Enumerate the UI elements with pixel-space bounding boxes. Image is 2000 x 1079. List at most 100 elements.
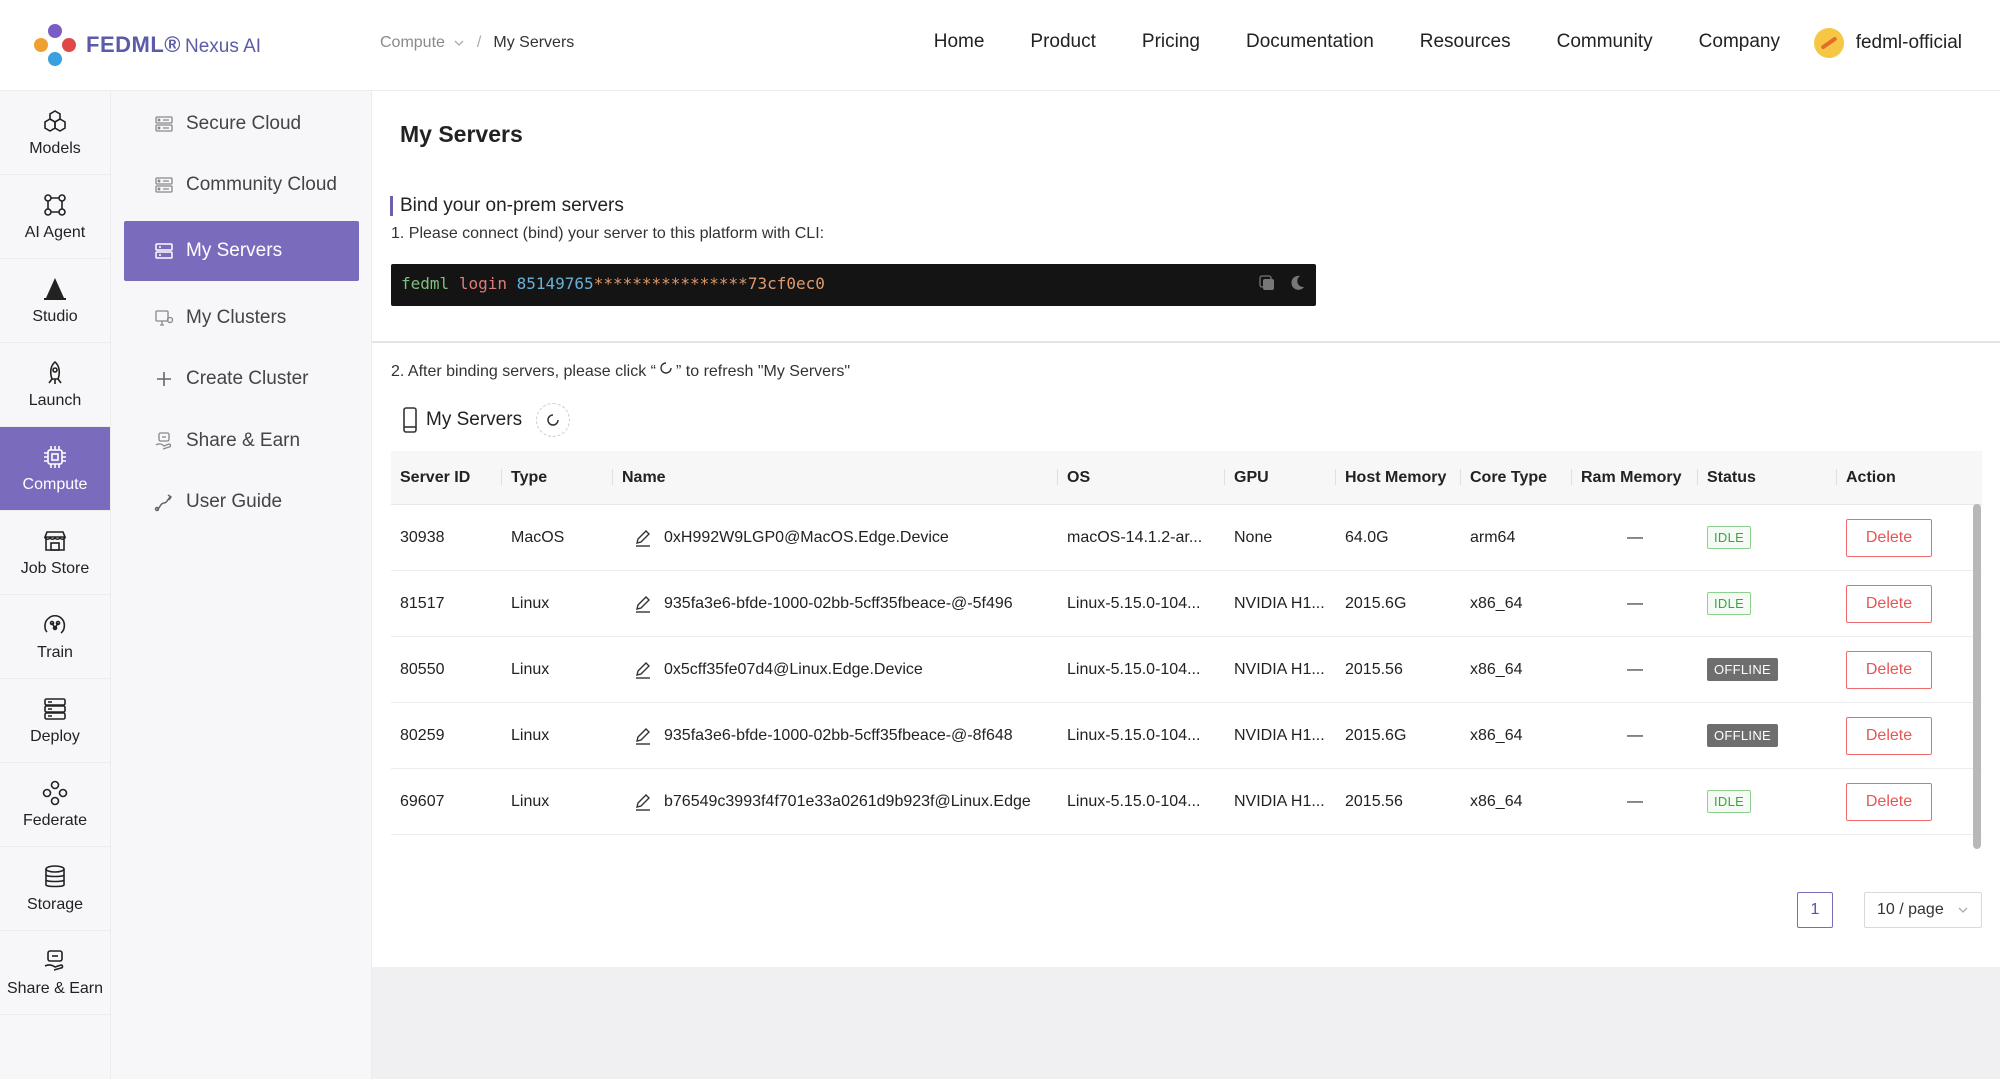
cell-status: OFFLINE [1698,724,1837,747]
status-badge: IDLE [1707,526,1752,549]
scrollbar-thumb[interactable] [1973,504,1981,849]
brand-fedml: FEDML® [86,32,181,57]
rail-item-federate[interactable]: Federate [0,763,110,847]
chevron-down-icon[interactable] [453,37,465,49]
cell-host-memory: 64.0G [1345,528,1389,546]
delete-button[interactable]: Delete [1846,650,1932,689]
server-rack-icon [44,697,66,720]
rail-item-deploy[interactable]: Deploy [0,679,110,763]
cell-server-id: 81517 [400,594,445,612]
cell-ram-memory: — [1627,726,1643,744]
bind-section-title: Bind your on-prem servers [390,196,624,216]
edit-icon[interactable] [634,793,652,811]
rail-item-train[interactable]: Train [0,595,110,679]
pagination-page-1[interactable]: 1 [1797,892,1833,928]
breadcrumb-parent[interactable]: Compute [380,34,445,52]
cell-status: OFFLINE [1698,658,1837,681]
rail-label: Train [37,643,73,661]
rail-item-share-earn[interactable]: Share & Earn [0,931,110,1015]
table-header: Server ID Type Name OS GPU Host Memory C… [391,451,1982,505]
rail-item-compute[interactable]: Compute [0,427,110,511]
table-body[interactable]: 30938 MacOS 0xH992W9LGP0@MacOS.Edge.Device… [391,505,1982,835]
nav-product[interactable]: Product [1030,31,1095,53]
col-ram-memory: Ram Memory [1572,468,1698,487]
edit-icon[interactable] [634,661,652,679]
cell-type: Linux [511,660,550,678]
nav-community[interactable]: Community [1557,31,1653,53]
rail-item-studio[interactable]: Studio [0,259,110,343]
cell-server-id: 69607 [400,792,445,810]
cell-os: Linux-5.15.0-104... [1067,594,1201,612]
table-scrollbar[interactable] [1973,504,1981,849]
nav-resources[interactable]: Resources [1420,31,1511,53]
chevron-down-icon [1958,907,1968,913]
ai-agent-icon [44,193,66,216]
cli-actions [1258,274,1306,292]
breadcrumb-separator: / [476,34,482,51]
brand-logo[interactable]: FEDML® Nexus AI [34,24,261,66]
cli-command-box[interactable]: fedml login 85149765****************73cf… [391,264,1316,306]
refresh-button[interactable] [536,403,571,437]
chip-icon [44,445,66,468]
cell-os: Linux-5.15.0-104... [1067,660,1201,678]
subnav-my-servers[interactable]: My Servers [124,221,359,281]
cell-gpu: NVIDIA H1... [1234,792,1325,810]
nav-home[interactable]: Home [934,31,985,53]
studio-icon [44,277,66,300]
servers-section-title: My Servers [402,403,571,437]
nav-company[interactable]: Company [1699,31,1780,53]
cell-name: 935fa3e6-bfde-1000-02bb-5cff35fbeace-@-5… [613,595,1058,613]
rail-item-models[interactable]: Models [0,91,110,175]
nav-documentation[interactable]: Documentation [1246,31,1374,53]
col-status: Status [1698,468,1837,487]
server-name: 935fa3e6-bfde-1000-02bb-5cff35fbeace-@-5… [664,594,1013,612]
edit-icon[interactable] [634,595,652,613]
subnav-secure-cloud[interactable]: Secure Cloud [124,94,359,154]
rail-item-storage[interactable]: Storage [0,847,110,931]
nav-pricing[interactable]: Pricing [1142,31,1200,53]
copy-icon[interactable] [1258,274,1276,292]
cell-gpu: NVIDIA H1... [1234,660,1325,678]
user-menu[interactable]: fedml-official [1813,28,1962,58]
subnav-label: Share & Earn [186,430,301,451]
delete-button[interactable]: Delete [1846,584,1932,623]
rail-item-launch[interactable]: Launch [0,343,110,427]
delete-button[interactable]: Delete [1846,518,1932,557]
subnav-my-clusters[interactable]: My Clusters [124,288,359,348]
subnav-community-cloud[interactable]: Community Cloud [124,155,359,215]
cell-server-id: 80259 [400,726,445,744]
guide-icon [154,494,173,512]
col-name: Name [613,468,1058,487]
edit-icon[interactable] [634,727,652,745]
cell-os: Linux-5.15.0-104... [1067,792,1201,810]
cell-gpu: NVIDIA H1... [1234,726,1325,744]
edit-icon[interactable] [634,529,652,547]
server-name: 935fa3e6-bfde-1000-02bb-5cff35fbeace-@-8… [664,726,1013,744]
cell-ram-memory: — [1627,792,1643,810]
fedml-logo-icon [34,24,76,66]
store-icon [43,530,67,551]
cell-name: 0xH992W9LGP0@MacOS.Edge.Device [613,529,1058,547]
delete-button[interactable]: Delete [1846,716,1932,755]
table-row: 30938 MacOS 0xH992W9LGP0@MacOS.Edge.Device… [391,505,1982,571]
table-row: 80550 Linux 0x5cff35fe07d4@Linux.Edge.Devi… [391,637,1982,703]
share-earn-icon [44,949,64,971]
page-size-select[interactable]: 10 / page [1864,892,1982,928]
subnav-label: User Guide [186,491,283,512]
cell-core-type: x86_64 [1470,792,1523,810]
cell-os: Linux-5.15.0-104... [1067,726,1201,744]
subnav-share-earn[interactable]: Share & Earn [124,411,359,471]
rail-item-ai-agent[interactable]: AI Agent [0,175,110,259]
rail-item-job-store[interactable]: Job Store [0,511,110,595]
moon-icon[interactable] [1288,274,1306,292]
main-content: My Servers Bind your on-prem servers 1. … [372,91,2000,1079]
delete-button[interactable]: Delete [1846,782,1932,821]
servers-table: Server ID Type Name OS GPU Host Memory C… [391,451,1982,835]
community-cloud-icon [155,177,173,193]
subnav-create-cluster[interactable]: Create Cluster [124,349,359,409]
rail-label: Models [29,139,81,157]
cell-action: Delete [1837,650,1982,689]
status-badge: IDLE [1707,790,1752,813]
cell-status: IDLE [1698,526,1837,549]
subnav-user-guide[interactable]: User Guide [124,472,359,532]
